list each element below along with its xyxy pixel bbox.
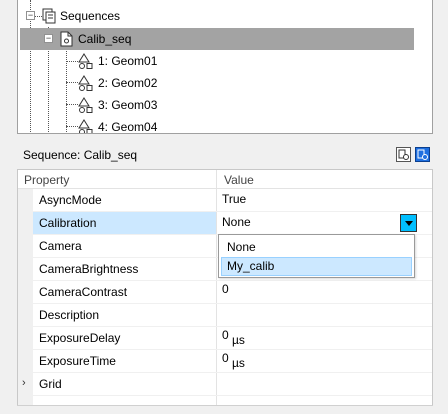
property-name: Calibration <box>39 216 97 230</box>
dropdown-button[interactable] <box>400 214 417 232</box>
dropdown-option-my-calib[interactable]: My_calib <box>221 257 412 276</box>
property-value-cell[interactable]: 0 <box>217 281 432 303</box>
property-name: Grid <box>39 377 62 391</box>
property-unit: µs <box>232 356 245 370</box>
tree-item-geom03[interactable]: 3: Geom03 <box>20 94 320 116</box>
property-name: CameraContrast <box>39 285 128 299</box>
property-value-cell[interactable] <box>217 304 432 326</box>
property-row-calibration[interactable]: Calibration None <box>33 212 432 235</box>
tree-item-geom04[interactable]: 4: Geom04 <box>20 116 320 134</box>
property-name-cell: CameraBrightness <box>33 258 216 280</box>
grid-header: Property Value <box>18 170 432 189</box>
tree-item-sequences[interactable]: − Sequences <box>20 5 320 27</box>
calibration-combobox[interactable]: None <box>217 212 432 234</box>
collapse-toggle[interactable]: − <box>44 34 53 43</box>
tree-item-label: 4: Geom04 <box>98 120 158 134</box>
expand-arrow-icon[interactable]: › <box>22 377 26 389</box>
property-row-description[interactable]: Description <box>33 304 432 327</box>
property-name: ExposureTime <box>39 354 116 368</box>
tree-item-geom01[interactable]: 1: Geom01 <box>20 50 320 72</box>
property-grid[interactable]: Property Value AsyncMode True Calibratio… <box>17 169 433 414</box>
property-name: AsyncMode <box>39 193 102 207</box>
tree-item-calib-seq[interactable]: − Calib_seq <box>20 28 414 50</box>
property-name-cell: ExposureDelay <box>33 327 216 349</box>
geometry-shapes-icon <box>78 97 93 113</box>
sequences-folder-icon <box>42 8 56 24</box>
property-unit: µs <box>232 333 245 347</box>
property-name-cell: Camera <box>33 235 216 257</box>
property-name-cell: Calibration <box>33 212 216 234</box>
column-header-value[interactable]: Value <box>224 173 254 187</box>
property-row-exposuretime[interactable]: ExposureTime 0 µs <box>33 350 432 373</box>
property-value: 0 <box>222 282 229 296</box>
sequence-tree[interactable]: − Sequences − Calib_seq 1: Geom01 2: Geo… <box>17 0 433 134</box>
collapse-toggle[interactable]: − <box>26 11 35 20</box>
property-value: True <box>222 192 247 206</box>
property-name-cell: Description <box>33 304 216 326</box>
property-row-asyncmode[interactable]: AsyncMode True <box>33 189 432 212</box>
properties-header: Sequence: Calib_seq <box>17 141 433 169</box>
tree-item-label: 3: Geom03 <box>98 98 158 112</box>
grid-bottom-border <box>17 405 433 414</box>
property-value: 0 <box>222 351 229 365</box>
property-row-exposuredelay[interactable]: ExposureDelay 0 µs <box>33 327 432 350</box>
property-name: Description <box>39 308 100 322</box>
property-name-cell: Grid <box>33 373 216 395</box>
sequence-document-icon <box>60 31 73 47</box>
property-value: 0 <box>222 328 229 342</box>
property-row-grid[interactable]: › Grid <box>22 373 432 396</box>
property-name: ExposureDelay <box>39 331 121 345</box>
property-value: None <box>222 215 251 229</box>
chevron-down-icon <box>405 221 413 226</box>
tree-item-label: Calib_seq <box>78 32 132 46</box>
property-pages-icon[interactable] <box>415 147 430 162</box>
tree-item-geom02[interactable]: 2: Geom02 <box>20 72 320 94</box>
geometry-shapes-icon <box>78 75 93 91</box>
tree-item-label: 1: Geom01 <box>98 54 158 68</box>
property-row-cameracontrast[interactable]: CameraContrast 0 <box>33 281 432 304</box>
property-name-cell: ExposureTime <box>33 350 216 372</box>
property-value-cell[interactable]: True <box>217 189 432 211</box>
property-name: Camera <box>39 239 82 253</box>
property-value-cell[interactable] <box>217 373 432 395</box>
categorized-view-icon[interactable] <box>396 147 411 162</box>
property-name-cell: CameraContrast <box>33 281 216 303</box>
property-name: CameraBrightness <box>39 262 139 276</box>
property-value-cell[interactable]: 0 µs <box>217 327 432 349</box>
tree-item-label: 2: Geom02 <box>98 76 158 90</box>
dropdown-option-none[interactable]: None <box>221 238 412 257</box>
geometry-shapes-icon <box>78 53 93 69</box>
column-header-property[interactable]: Property <box>24 173 69 187</box>
property-name-cell: AsyncMode <box>33 189 216 211</box>
properties-title: Sequence: Calib_seq <box>23 148 138 162</box>
geometry-shapes-icon <box>78 119 93 133</box>
calibration-dropdown-list[interactable]: None My_calib <box>218 234 415 278</box>
tree-item-label: Sequences <box>60 9 121 23</box>
property-value-cell[interactable]: 0 µs <box>217 350 432 372</box>
